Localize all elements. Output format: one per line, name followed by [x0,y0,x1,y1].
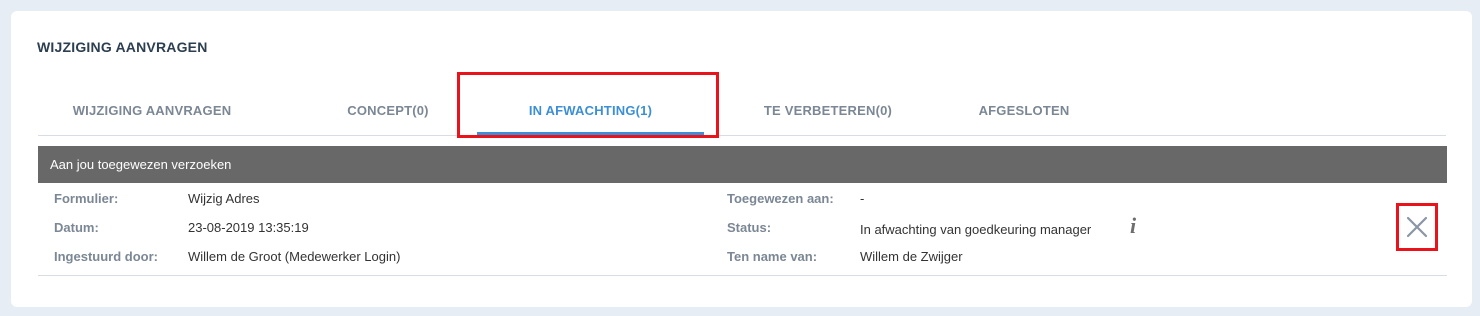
formulier-value: Wijzig Adres [188,191,260,206]
tab-te-verbeteren[interactable]: TE VERBETEREN(0) [728,87,928,134]
formulier-label: Formulier: [54,191,119,206]
tab-afgesloten[interactable]: AFGESLOTEN [939,87,1109,134]
ingestuurd-door-value: Willem de Groot (Medewerker Login) [188,249,401,264]
ten-name-van-value: Willem de Zwijger [860,249,963,264]
close-icon [1406,216,1428,238]
close-button[interactable] [1396,203,1438,251]
status-value: In afwachting van goedkeuring manager [860,222,1092,237]
request-card: WIJZIGING AANVRAGEN WIJZIGING AANVRAGEN … [11,11,1472,307]
page-title: WIJZIGING AANVRAGEN [37,39,208,55]
ten-name-van-label: Ten name van: [727,249,818,264]
tab-wijziging-aanvragen[interactable]: WIJZIGING AANVRAGEN [38,87,266,134]
request-row[interactable]: Formulier: Wijzig Adres Datum: 23-08-201… [38,183,1447,276]
tab-concept[interactable]: CONCEPT(0) [288,87,488,134]
status-label: Status: [727,220,772,235]
tab-bar: WIJZIGING AANVRAGEN CONCEPT(0) IN AFWACH… [38,87,1446,136]
toegewezen-aan-label: Toegewezen aan: [727,191,834,206]
datum-value: 23-08-2019 13:35:19 [188,220,309,235]
info-icon[interactable]: i [1130,215,1136,237]
tab-in-afwachting[interactable]: IN AFWACHTING(1) [477,87,704,135]
section-header: Aan jou toegewezen verzoeken [38,146,1447,183]
ingestuurd-door-label: Ingestuurd door: [54,249,158,264]
toegewezen-aan-value: - [860,191,865,206]
datum-label: Datum: [54,220,99,235]
